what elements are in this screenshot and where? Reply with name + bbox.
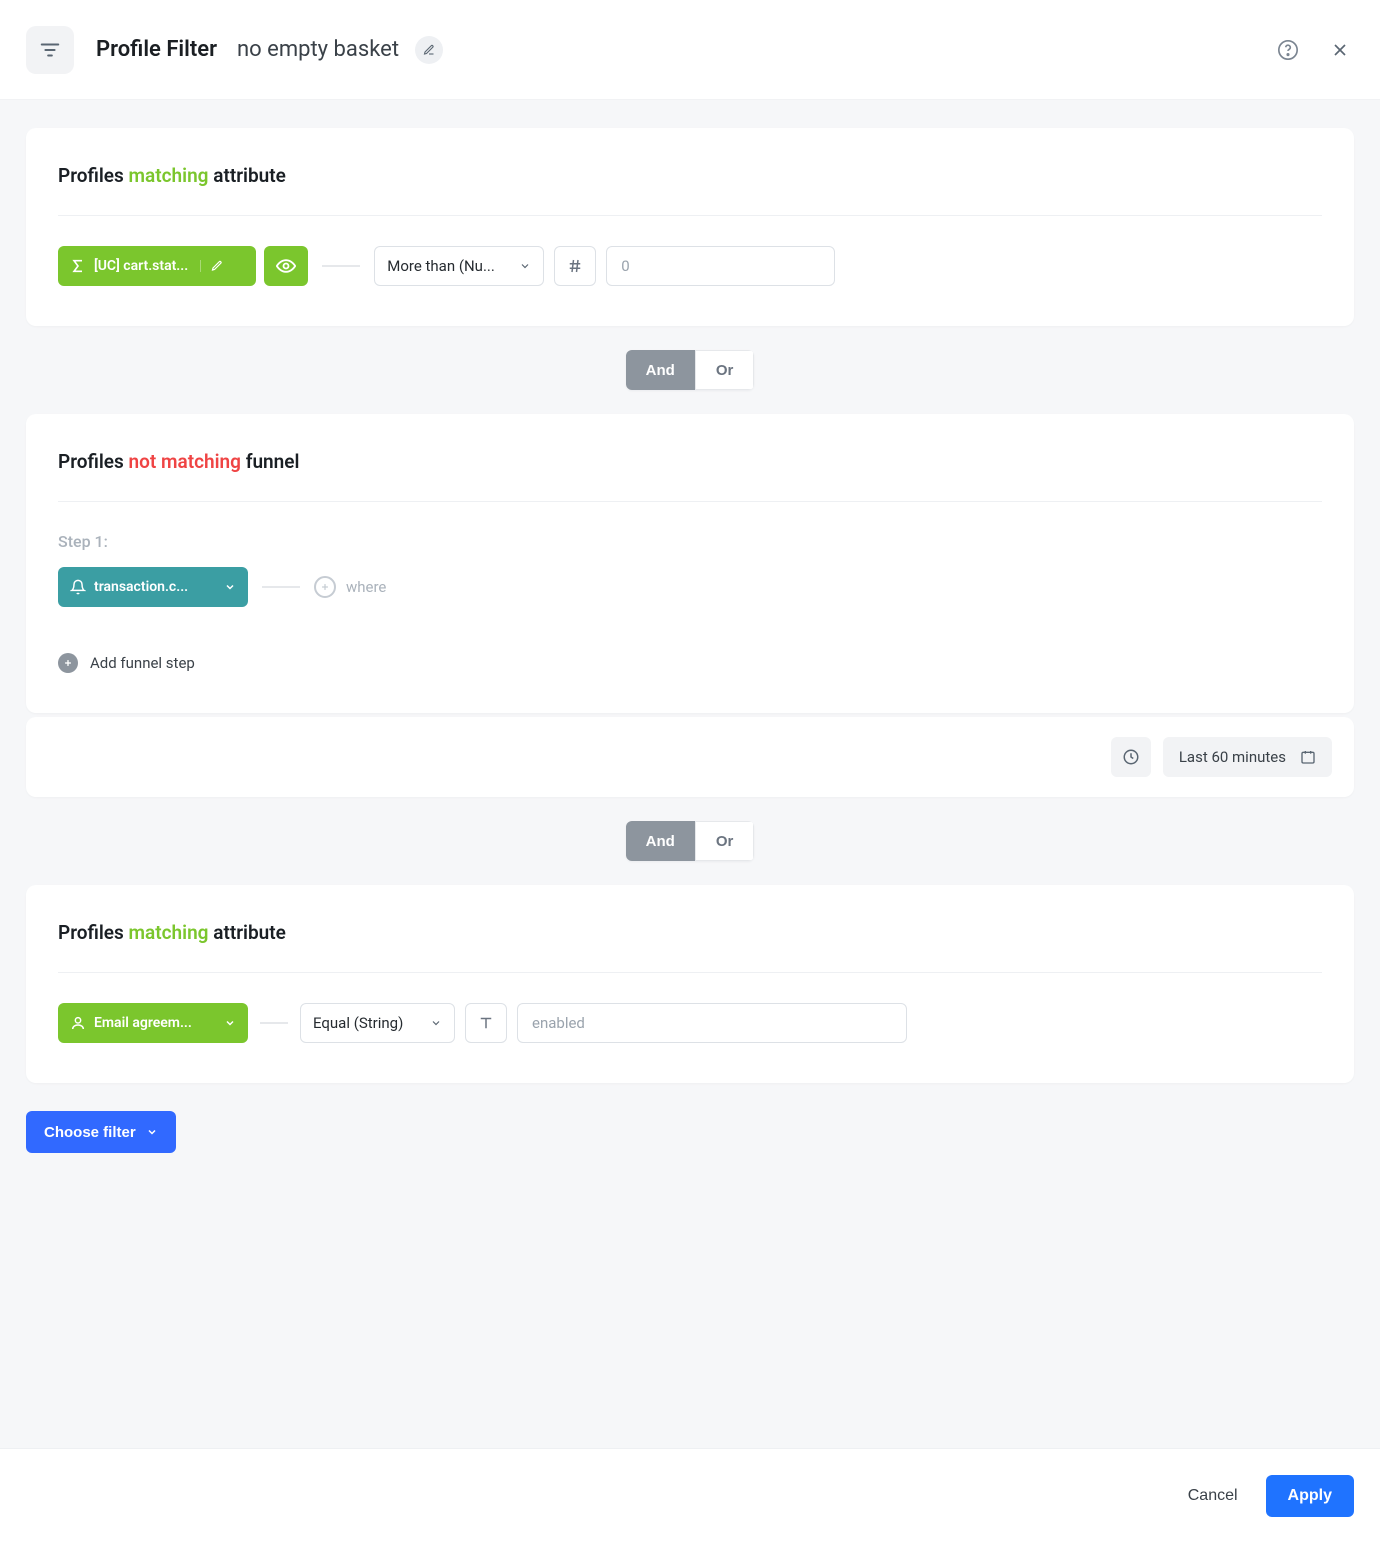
or-button[interactable]: Or bbox=[695, 821, 755, 861]
match-mode-label: not matching bbox=[129, 450, 241, 473]
value-type-text bbox=[465, 1003, 507, 1043]
and-button[interactable]: And bbox=[626, 350, 695, 390]
event-chip[interactable]: transaction.c... bbox=[58, 567, 248, 607]
clock-icon bbox=[1122, 748, 1140, 766]
title-suffix: funnel bbox=[246, 450, 300, 473]
time-range-picker[interactable]: Last 60 minutes bbox=[1163, 737, 1332, 777]
chevron-down-icon bbox=[519, 260, 531, 272]
block-title: Profiles not matching funnel bbox=[58, 450, 1322, 473]
chevron-down-icon bbox=[224, 1017, 236, 1029]
modal-footer: Cancel Apply bbox=[0, 1448, 1380, 1542]
filter-block-funnel: Profiles not matching funnel Step 1: tra… bbox=[26, 414, 1354, 713]
and-button[interactable]: And bbox=[626, 821, 695, 861]
value-type-number bbox=[554, 246, 596, 286]
time-settings-button[interactable] bbox=[1111, 737, 1151, 777]
chevron-down-icon bbox=[238, 260, 250, 272]
where-label: where bbox=[346, 578, 386, 596]
time-range-row: Last 60 minutes bbox=[26, 717, 1354, 797]
divider bbox=[58, 972, 1322, 973]
match-mode-label: matching bbox=[129, 164, 209, 187]
filter-block-attribute-1: Profiles matching attribute [UC] cart.st… bbox=[26, 128, 1354, 326]
block-title: Profiles matching attribute bbox=[58, 921, 1322, 944]
connector-line bbox=[262, 586, 300, 588]
title-prefix: Profiles bbox=[58, 164, 124, 187]
match-mode-label: matching bbox=[129, 921, 209, 944]
help-icon[interactable] bbox=[1274, 36, 1302, 64]
chevron-down-icon bbox=[146, 1126, 158, 1138]
apply-button[interactable]: Apply bbox=[1266, 1475, 1354, 1517]
close-icon[interactable] bbox=[1326, 36, 1354, 64]
filter-block-attribute-2: Profiles matching attribute Email agreem… bbox=[26, 885, 1354, 1083]
connector-line bbox=[260, 1022, 288, 1024]
plus-circle-icon bbox=[314, 576, 336, 598]
logic-toggle: And Or bbox=[626, 350, 755, 390]
operator-select[interactable]: Equal (String) bbox=[300, 1003, 455, 1043]
modal-header: Profile Filter no empty basket bbox=[0, 0, 1380, 100]
or-button[interactable]: Or bbox=[695, 350, 755, 390]
add-where-condition[interactable]: where bbox=[314, 576, 386, 598]
attribute-edit-icon bbox=[200, 260, 230, 272]
value-input[interactable] bbox=[517, 1003, 907, 1043]
attribute-chip-label: [UC] cart.stat... bbox=[94, 258, 188, 274]
logic-toggle: And Or bbox=[626, 821, 755, 861]
step-label: Step 1: bbox=[58, 532, 1322, 551]
time-range-label: Last 60 minutes bbox=[1179, 748, 1286, 766]
preview-attribute-button[interactable] bbox=[264, 246, 308, 286]
text-icon bbox=[477, 1014, 495, 1032]
attribute-chip[interactable]: Email agreem... bbox=[58, 1003, 248, 1043]
bell-icon bbox=[70, 579, 86, 595]
title-prefix: Profiles bbox=[58, 921, 124, 944]
block-title: Profiles matching attribute bbox=[58, 164, 1322, 187]
operator-select[interactable]: More than (Nu... bbox=[374, 246, 544, 286]
cancel-button[interactable]: Cancel bbox=[1188, 1487, 1238, 1505]
calendar-icon bbox=[1300, 749, 1316, 765]
user-icon bbox=[70, 1015, 86, 1031]
attribute-chip[interactable]: [UC] cart.stat... bbox=[58, 246, 256, 286]
title-prefix: Profiles bbox=[58, 450, 124, 473]
title-suffix: attribute bbox=[213, 921, 286, 944]
choose-filter-button[interactable]: Choose filter bbox=[26, 1111, 176, 1153]
filter-name: no empty basket bbox=[237, 37, 399, 62]
divider bbox=[58, 501, 1322, 502]
add-funnel-step-label: Add funnel step bbox=[90, 654, 195, 672]
chevron-down-icon bbox=[430, 1017, 442, 1029]
choose-filter-label: Choose filter bbox=[44, 1124, 136, 1141]
plus-icon bbox=[58, 653, 78, 673]
sigma-icon bbox=[70, 258, 86, 274]
divider bbox=[58, 215, 1322, 216]
operator-label: Equal (String) bbox=[313, 1014, 403, 1032]
attribute-chip-label: Email agreem... bbox=[94, 1015, 192, 1031]
page-title: Profile Filter bbox=[96, 37, 217, 62]
filter-icon bbox=[26, 26, 74, 74]
add-funnel-step-button[interactable]: Add funnel step bbox=[58, 653, 1322, 673]
chevron-down-icon bbox=[224, 581, 236, 593]
event-chip-label: transaction.c... bbox=[94, 579, 188, 595]
value-input[interactable] bbox=[606, 246, 835, 286]
eye-icon bbox=[276, 256, 296, 276]
operator-label: More than (Nu... bbox=[387, 257, 495, 275]
title-suffix: attribute bbox=[213, 164, 286, 187]
edit-name-button[interactable] bbox=[415, 36, 443, 64]
hash-icon bbox=[566, 257, 584, 275]
connector-line bbox=[322, 265, 360, 267]
